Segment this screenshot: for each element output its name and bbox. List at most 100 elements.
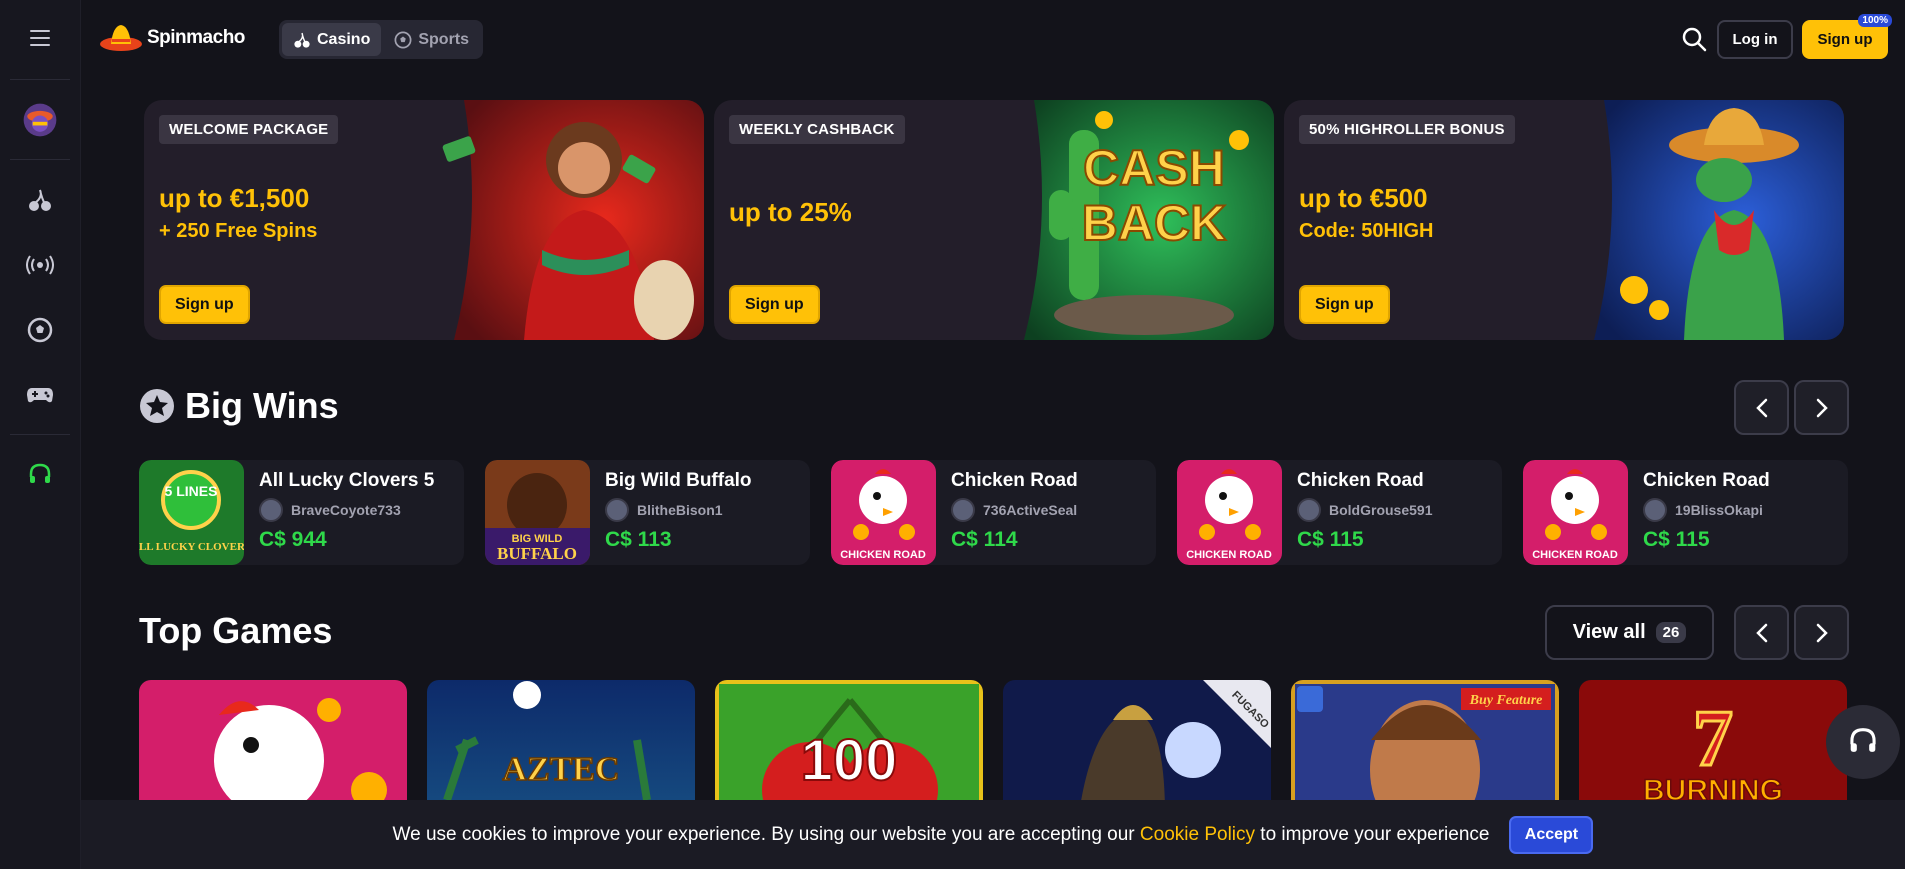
tab-sports[interactable]: Sports	[383, 23, 480, 56]
game-thumbnail: CHICKEN ROAD	[1177, 460, 1282, 565]
cherry-icon	[294, 32, 310, 48]
support-chat-button[interactable]	[1826, 705, 1900, 779]
welcome-banner[interactable]: WELCOME PACKAGE up to €1,500 + 250 Free …	[144, 100, 704, 340]
banner-title: up to 25%	[729, 197, 852, 227]
top-header: Spinmacho Casino Sports Log in Sign up 1…	[81, 0, 1905, 80]
game-tile-label: Buy Feature	[1469, 693, 1543, 708]
back-art-text: BACK	[1082, 195, 1226, 251]
signup-button[interactable]: Sign up 100%	[1802, 14, 1892, 59]
soccer-ball-icon[interactable]	[20, 310, 60, 350]
view-all-label: View all	[1572, 621, 1646, 643]
avatar	[259, 498, 283, 522]
win-username: 19BlissOkapi	[1675, 502, 1763, 518]
svg-text:7: 7	[1693, 695, 1733, 783]
banner-signup-button[interactable]: Sign up	[1299, 285, 1390, 324]
banner-title: up to €500	[1299, 183, 1428, 213]
divider	[10, 159, 70, 160]
view-all-button[interactable]: View all 26	[1545, 605, 1714, 660]
accept-cookies-button[interactable]: Accept	[1509, 815, 1594, 854]
divider	[10, 79, 70, 80]
top-games-heading: Top Games	[139, 610, 332, 652]
big-win-card[interactable]: BIG WILD BUFFALO Big Wild Buffalo Blithe…	[485, 460, 810, 565]
game-thumbnail: CHICKEN ROAD	[1523, 460, 1628, 565]
tab-casino[interactable]: Casino	[282, 23, 382, 56]
thumb-text: CHICKEN ROAD	[840, 549, 926, 561]
cookie-text-after: to improve your experience	[1255, 823, 1490, 845]
search-button[interactable]	[1677, 22, 1711, 56]
cashback-illustration: CASH BACK	[1024, 100, 1274, 340]
win-game-name: Chicken Road	[1297, 470, 1424, 491]
win-user: 736ActiveSeal	[951, 498, 1077, 522]
big-win-card[interactable]: 5 LINES ALL LUCKY CLOVERS All Lucky Clov…	[139, 460, 464, 565]
login-button[interactable]: Log in	[1717, 20, 1793, 59]
cashback-banner[interactable]: CASH BACK WEEKLY CASHBACK up to 25% Sign…	[714, 100, 1274, 340]
win-amount: C$ 114	[951, 528, 1018, 551]
search-icon	[1682, 27, 1707, 52]
bonus-badge: 100%	[1858, 14, 1892, 27]
win-username: BlitheBison1	[637, 502, 723, 518]
top-games-next-button[interactable]	[1794, 605, 1849, 660]
win-game-name: All Lucky Clovers 5	[259, 470, 435, 491]
banner-subtitle: Code: 50HIGH	[1299, 220, 1434, 242]
win-username: BraveCoyote733	[291, 502, 401, 518]
banner-subtitle: + 250 Free Spins	[159, 220, 318, 242]
iguana-illustration	[1594, 100, 1844, 340]
top-games-title: Top Games	[139, 610, 333, 651]
tab-sports-label: Sports	[418, 30, 470, 48]
win-user: 19BlissOkapi	[1643, 498, 1763, 522]
tab-casino-label: Casino	[317, 30, 371, 48]
thumb-text: BUFFALO	[497, 544, 577, 563]
headset-icon[interactable]	[20, 455, 60, 495]
cookie-text-before: We use cookies to improve your experienc…	[392, 823, 1140, 845]
win-amount: C$ 115	[1297, 528, 1364, 551]
product-switcher: Casino Sports	[279, 20, 484, 59]
avatar	[1643, 498, 1667, 522]
banner-tag: WELCOME PACKAGE	[159, 115, 339, 144]
logo[interactable]: Spinmacho	[99, 20, 245, 56]
thumb-text: CHICKEN ROAD	[1532, 549, 1618, 561]
gamepad-icon[interactable]	[20, 375, 60, 415]
big-wins-next-button[interactable]	[1794, 380, 1849, 435]
senorita-illustration	[442, 100, 704, 340]
cookie-banner: We use cookies to improve your experienc…	[81, 800, 1905, 869]
banner-signup-button[interactable]: Sign up	[729, 285, 820, 324]
divider	[10, 434, 70, 435]
avatar-icon[interactable]	[20, 100, 60, 140]
thumb-text: 5 LINES	[165, 483, 218, 499]
signup-label: Sign up	[1817, 31, 1873, 48]
menu-icon[interactable]	[20, 18, 60, 58]
cookie-message: We use cookies to improve your experienc…	[393, 824, 1490, 846]
top-games-prev-button[interactable]	[1734, 605, 1789, 660]
cash-art-text: CASH	[1083, 140, 1225, 196]
banner-tag: 50% HIGHROLLER BONUS	[1299, 115, 1515, 144]
chevron-left-icon	[1755, 623, 1767, 642]
soccer-ball-icon	[394, 31, 412, 48]
banner-tag: WEEKLY CASHBACK	[729, 115, 905, 144]
win-game-name: Chicken Road	[951, 470, 1078, 491]
game-thumbnail: BIG WILD BUFFALO	[485, 460, 590, 565]
big-win-card[interactable]: CHICKEN ROAD Chicken Road BoldGrouse591 …	[1177, 460, 1502, 565]
avatar	[951, 498, 975, 522]
cookie-policy-link[interactable]: Cookie Policy	[1140, 824, 1255, 845]
avatar	[605, 498, 629, 522]
banner-signup-button[interactable]: Sign up	[159, 285, 250, 324]
big-win-card[interactable]: CHICKEN ROAD Chicken Road 736ActiveSeal …	[831, 460, 1156, 565]
game-thumbnail: CHICKEN ROAD	[831, 460, 936, 565]
big-win-card[interactable]: CHICKEN ROAD Chicken Road 19BlissOkapi C…	[1523, 460, 1848, 565]
game-tile-label: 100	[801, 728, 898, 793]
avatar	[1297, 498, 1321, 522]
game-tile-label: AZTEC	[502, 751, 619, 788]
win-game-name: Chicken Road	[1643, 470, 1770, 491]
chevron-right-icon	[1816, 623, 1828, 642]
banner-title: up to €1,500	[159, 183, 310, 213]
highroller-banner[interactable]: 50% HIGHROLLER BONUS up to €500 Code: 50…	[1284, 100, 1844, 340]
cherry-icon[interactable]	[20, 180, 60, 220]
win-user: BraveCoyote733	[259, 498, 401, 522]
win-amount: C$ 115	[1643, 528, 1710, 551]
big-wins-prev-button[interactable]	[1734, 380, 1789, 435]
big-wins-title: Big Wins	[185, 385, 339, 426]
win-game-name: Big Wild Buffalo	[605, 470, 752, 491]
thumb-text: ALL LUCKY CLOVERS	[139, 541, 244, 553]
live-icon[interactable]	[20, 245, 60, 285]
chevron-left-icon	[1755, 398, 1767, 417]
